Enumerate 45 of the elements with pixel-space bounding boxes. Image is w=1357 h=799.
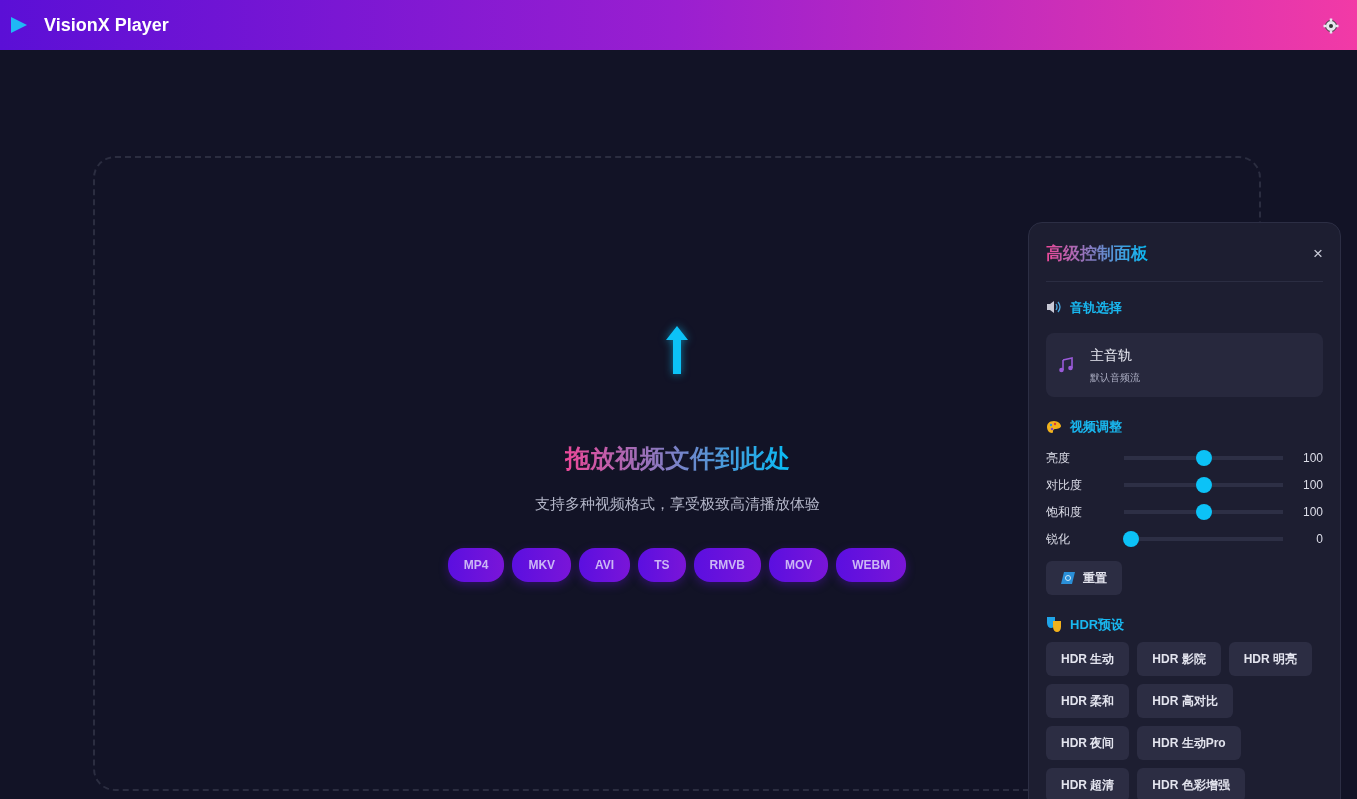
slider-value: 100 [1301, 504, 1323, 521]
slider-thumb[interactable] [1123, 531, 1139, 547]
slider-thumb[interactable] [1195, 504, 1212, 520]
hdr-preset-button[interactable]: HDR 色彩增强 [1137, 768, 1245, 799]
slider-label: 对比度 [1046, 477, 1083, 494]
hdr-preset-button[interactable]: HDR 明亮 [1228, 642, 1313, 676]
audio-track-item[interactable]: 主音轨 默认音频流 [1046, 333, 1323, 397]
music-note-icon [1058, 357, 1074, 373]
format-tag: TS [638, 547, 686, 582]
close-button[interactable]: × [1313, 245, 1323, 263]
section-heading: 音轨选择 [1070, 298, 1122, 317]
format-tag: RMVB [693, 547, 761, 582]
reset-button[interactable]: 重置 [1046, 560, 1122, 595]
speaker-icon [1046, 300, 1062, 315]
hdr-preset-button[interactable]: HDR 夜间 [1046, 726, 1130, 760]
slider-value: 100 [1301, 450, 1323, 467]
section-heading: 视频调整 [1070, 418, 1122, 436]
slider-label: 锐化 [1046, 531, 1071, 548]
hdr-preset-button[interactable]: HDR 影院 [1137, 642, 1221, 676]
format-tag: MP4 [447, 547, 505, 582]
format-tag: WEBM [836, 547, 907, 582]
hdr-preset-button[interactable]: HDR 生动Pro [1137, 726, 1241, 760]
slider-thumb[interactable] [1195, 450, 1212, 466]
format-tag: MKV [512, 547, 572, 582]
hdr-preset-button[interactable]: HDR 生动 [1046, 642, 1130, 676]
hdr-preset-button[interactable]: HDR 柔和 [1046, 684, 1130, 718]
format-tag: MOV [768, 547, 829, 582]
format-tag: AVI [579, 547, 631, 582]
palette-icon [1046, 419, 1062, 434]
app-title: VisionX Player [44, 13, 169, 37]
track-description: 默认音频流 [1090, 371, 1140, 385]
upload-arrow-icon [666, 325, 688, 374]
theater-masks-icon [1046, 616, 1062, 633]
play-icon [10, 16, 28, 34]
slider-label: 亮度 [1046, 450, 1071, 467]
hdr-preset-button[interactable]: HDR 超清 [1046, 768, 1130, 799]
slider-value: 0 [1315, 531, 1323, 548]
slider-value: 100 [1301, 477, 1323, 494]
drop-subtitle: 支持多种视频格式，享受极致高清播放体验 [534, 494, 820, 514]
track-name: 主音轨 [1090, 346, 1133, 365]
refresh-icon [1061, 571, 1075, 584]
section-heading: HDR预设 [1070, 615, 1125, 634]
hdr-preset-button[interactable]: HDR 高对比 [1137, 684, 1233, 718]
slider-thumb[interactable] [1195, 477, 1212, 493]
slider-label: 饱和度 [1046, 504, 1083, 521]
